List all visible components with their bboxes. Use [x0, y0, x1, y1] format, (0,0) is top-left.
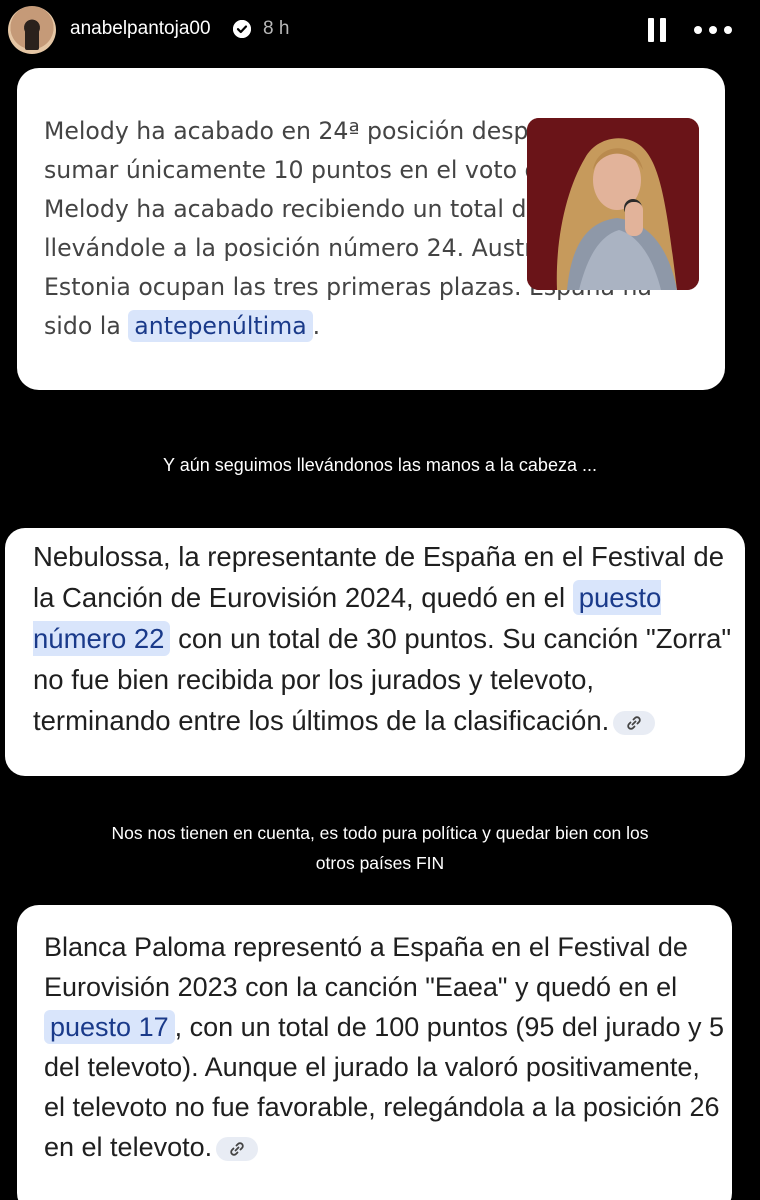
- caption-line: otros países FIN: [315, 853, 445, 873]
- story-caption-1: Y aún seguimos llevándonos las manos a l…: [163, 455, 597, 475]
- username[interactable]: anabelpantoja00: [70, 18, 211, 40]
- card-text: Blanca Paloma representó a España en el …: [44, 927, 724, 1167]
- verified-badge-icon: [233, 20, 251, 38]
- screenshot-card-melody: Melody ha acabado en 24ª posición despué…: [17, 68, 725, 390]
- link-icon[interactable]: [613, 710, 656, 735]
- story-caption-2: Nos nos tienen en cuenta, es todo pura p…: [0, 818, 760, 878]
- highlight-text: antepenúltima: [128, 310, 313, 342]
- highlight-text: puesto 17: [44, 1010, 175, 1044]
- link-icon[interactable]: [216, 1136, 259, 1161]
- more-options-icon[interactable]: [694, 18, 732, 42]
- card-text-start: Blanca Paloma representó a España en el …: [44, 932, 688, 1002]
- screenshot-card-nebulossa: Nebulossa, la representante de España en…: [5, 528, 745, 776]
- avatar[interactable]: [8, 6, 56, 54]
- singer-photo: [527, 118, 699, 290]
- caption-line: Nos nos tienen en cuenta, es todo pura p…: [111, 823, 649, 843]
- post-time: 8 h: [263, 18, 290, 39]
- card-text-end: .: [312, 312, 321, 340]
- card-text: Nebulossa, la representante de España en…: [33, 536, 733, 741]
- screenshot-card-blanca-paloma: Blanca Paloma representó a España en el …: [17, 905, 732, 1200]
- pause-icon[interactable]: [646, 18, 668, 42]
- story-header: anabelpantoja00 8 h: [0, 0, 760, 60]
